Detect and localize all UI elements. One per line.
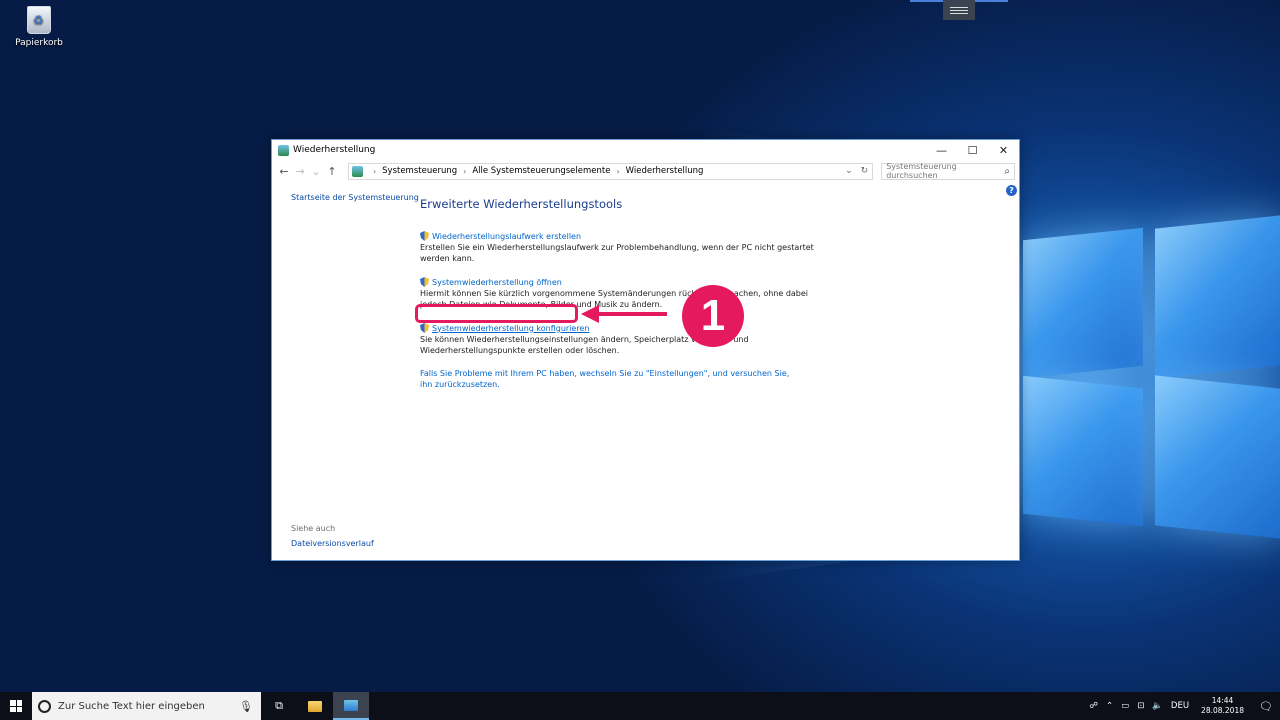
breadcrumb-separator-icon[interactable]: ›: [616, 167, 619, 176]
pointer-arrow: [597, 312, 667, 316]
forward-arrow-icon[interactable]: →: [292, 165, 308, 178]
close-button[interactable]: ✕: [988, 140, 1019, 160]
input-language-indicator[interactable]: DEU: [1167, 701, 1193, 711]
pointer-arrow-head: [581, 305, 599, 323]
battery-icon[interactable]: ▭: [1117, 701, 1133, 711]
window-titlebar[interactable]: Wiederherstellung — ☐ ✕: [272, 140, 1019, 160]
recycle-bin-icon: [27, 6, 51, 34]
recycle-bin-label: Papierkorb: [15, 38, 63, 48]
taskbar: Zur Suche Text hier eingeben 🎙 ⧉ ☍ ⌃ ▭ ⊡…: [0, 692, 1280, 720]
configure-system-restore-link[interactable]: Systemwiederherstellung konfigurieren: [420, 323, 820, 333]
breadcrumb-item[interactable]: Systemsteuerung: [382, 166, 457, 176]
reset-pc-link[interactable]: Falls Sie Probleme mit Ihrem PC haben, w…: [420, 369, 790, 390]
recycle-bin-desktop-icon[interactable]: Papierkorb: [14, 6, 64, 48]
help-icon[interactable]: ?: [1006, 185, 1017, 196]
list-item: Systemwiederherstellung konfigurieren Si…: [420, 323, 820, 356]
taskbar-search-box[interactable]: Zur Suche Text hier eingeben 🎙: [32, 692, 261, 720]
control-panel-taskbar-button[interactable]: [333, 692, 369, 720]
link-label[interactable]: Systemwiederherstellung konfigurieren: [432, 324, 589, 333]
uac-shield-icon: [420, 277, 429, 287]
breadcrumb-item[interactable]: Alle Systemsteuerungselemente: [472, 166, 610, 176]
windows-wallpaper-logo: [1015, 215, 1280, 539]
search-icon[interactable]: ⌕: [1004, 166, 1014, 177]
breadcrumb-separator-icon: ›: [372, 166, 377, 176]
folder-icon: [308, 700, 322, 712]
control-panel-home-link[interactable]: Startseite der Systemsteuerung: [291, 193, 419, 202]
recent-locations-chevron-icon[interactable]: ⌄: [308, 165, 324, 178]
recovery-window: Wiederherstellung — ☐ ✕ ← → ⌄ ↑ › System…: [271, 139, 1020, 561]
breadcrumb-item[interactable]: Wiederherstellung: [626, 166, 704, 176]
windows-logo-icon: [10, 700, 22, 712]
see-also-heading: Siehe auch: [291, 524, 336, 533]
clock[interactable]: 14:44 28.08.2018: [1193, 696, 1252, 716]
control-panel-icon: [344, 699, 358, 711]
clock-date: 28.08.2018: [1201, 706, 1244, 715]
maximize-button[interactable]: ☐: [957, 140, 988, 160]
create-recovery-drive-link[interactable]: Wiederherstellungslaufwerk erstellen: [420, 231, 820, 241]
minimize-button[interactable]: —: [926, 140, 957, 160]
cortana-icon[interactable]: [38, 699, 51, 713]
clock-time: 14:44: [1211, 696, 1234, 705]
open-system-restore-link[interactable]: Systemwiederherstellung öffnen: [420, 277, 820, 287]
hamburger-menu-icon[interactable]: [943, 0, 975, 20]
control-panel-icon: [351, 165, 363, 177]
back-arrow-icon[interactable]: ←: [276, 165, 292, 178]
uac-shield-icon: [420, 231, 429, 241]
search-placeholder: Systemsteuerung durchsuchen: [886, 162, 957, 180]
file-history-link[interactable]: Dateiversionsverlauf: [291, 539, 374, 548]
item-description: Erstellen Sie ein Wiederherstellungslauf…: [420, 243, 814, 263]
main-content: Erweiterte Wiederherstellungstools Wiede…: [420, 197, 820, 390]
control-panel-icon: [278, 144, 289, 156]
list-item: Wiederherstellungslaufwerk erstellen Ers…: [420, 231, 820, 264]
system-tray: ☍ ⌃ ▭ ⊡ 🔈 DEU 14:44 28.08.2018 🗨: [1085, 692, 1280, 720]
task-view-icon[interactable]: ⧉: [261, 692, 297, 720]
file-explorer-button[interactable]: [297, 692, 333, 720]
search-input[interactable]: Systemsteuerung durchsuchen ⌕: [881, 162, 1016, 180]
refresh-icon[interactable]: ↻: [857, 166, 873, 176]
up-arrow-icon[interactable]: ↑: [324, 165, 340, 178]
window-title: Wiederherstellung: [293, 145, 376, 155]
action-center-icon[interactable]: 🗨: [1252, 700, 1280, 713]
start-button[interactable]: [0, 692, 32, 720]
address-bar[interactable]: › Systemsteuerung › Alle Systemsteuerung…: [347, 162, 874, 180]
volume-icon[interactable]: 🔈: [1148, 701, 1167, 711]
address-dropdown-icon[interactable]: ⌄: [841, 166, 857, 176]
navigation-bar: ← → ⌄ ↑ › Systemsteuerung › Alle Systems…: [272, 160, 1019, 182]
link-label[interactable]: Wiederherstellungslaufwerk erstellen: [432, 232, 581, 241]
page-heading: Erweiterte Wiederherstellungstools: [420, 197, 623, 211]
item-description: Sie können Wiederherstellungseinstellung…: [420, 335, 749, 355]
highlight-box: [415, 304, 578, 323]
taskbar-search-placeholder: Zur Suche Text hier eingeben: [58, 700, 205, 712]
breadcrumb-separator-icon[interactable]: ›: [463, 167, 466, 176]
link-label[interactable]: Systemwiederherstellung öffnen: [432, 278, 562, 287]
microphone-icon[interactable]: 🎙: [239, 700, 261, 713]
people-icon[interactable]: ☍: [1085, 701, 1102, 711]
show-hidden-icons-chevron-icon[interactable]: ⌃: [1102, 701, 1117, 711]
network-icon[interactable]: ⊡: [1133, 701, 1148, 711]
uac-shield-icon: [420, 323, 429, 333]
step-number-badge: 1: [682, 285, 744, 347]
